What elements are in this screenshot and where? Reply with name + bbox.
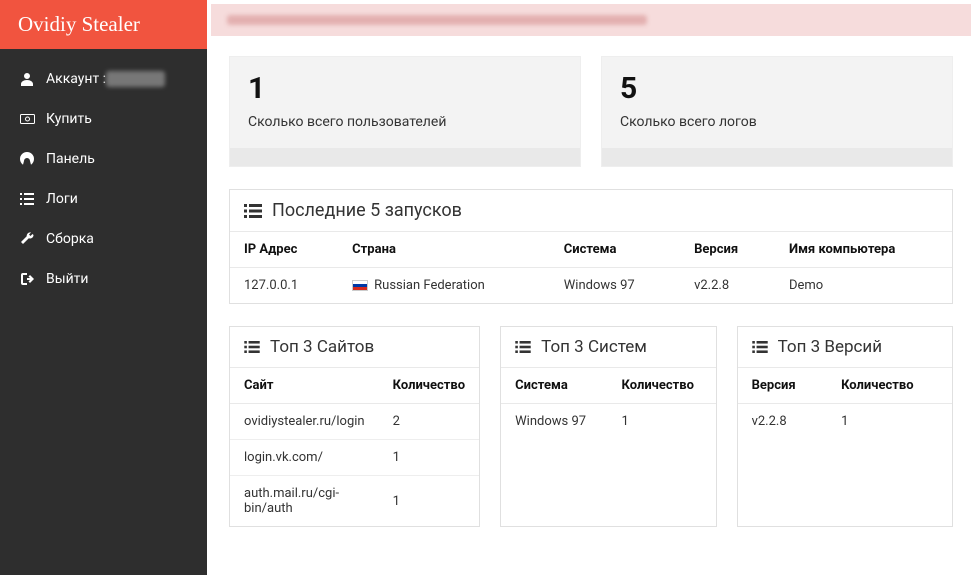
flag-ru-icon bbox=[352, 280, 368, 291]
signout-icon bbox=[18, 273, 36, 285]
th-system: Система bbox=[550, 232, 680, 268]
stat-users: 1 Сколько всего пользователей bbox=[229, 56, 581, 167]
sidebar: Ovidiy Stealer Аккаунт : xxxxx Купить Па… bbox=[0, 0, 207, 575]
sidebar-item-account[interactable]: Аккаунт : xxxxx bbox=[0, 59, 207, 99]
sidebar-item-label: Аккаунт : bbox=[46, 71, 106, 87]
stat-logs-label: Сколько всего логов bbox=[620, 114, 934, 130]
table-row: Windows 97 1 bbox=[501, 404, 715, 440]
cell-system: Windows 97 bbox=[501, 404, 607, 440]
sidebar-item-label: Панель bbox=[46, 151, 95, 167]
list-icon bbox=[244, 204, 262, 218]
sidebar-item-label: Выйти bbox=[46, 271, 89, 287]
sidebar-item-buy[interactable]: Купить bbox=[0, 99, 207, 139]
sidebar-item-label: Сборка bbox=[46, 231, 94, 247]
sidebar-item-build[interactable]: Сборка bbox=[0, 219, 207, 259]
top-panels-row: Топ 3 Сайтов Сайт Количество ovidiysteal… bbox=[229, 326, 953, 527]
list-icon bbox=[18, 193, 36, 205]
list-icon bbox=[515, 341, 531, 353]
wrench-icon bbox=[18, 232, 36, 246]
th-version: Версия bbox=[680, 232, 775, 268]
panel-title: Топ 3 Систем bbox=[541, 337, 647, 357]
top-systems-table: Система Количество Windows 97 1 bbox=[501, 368, 715, 439]
sidebar-item-label: Купить bbox=[46, 111, 92, 127]
cell-version: v2.2.8 bbox=[738, 404, 828, 440]
list-icon bbox=[752, 341, 768, 353]
table-row: v2.2.8 1 bbox=[738, 404, 952, 440]
top-versions-table: Версия Количество v2.2.8 1 bbox=[738, 368, 952, 439]
cell-system: Windows 97 bbox=[550, 268, 680, 304]
stat-users-value: 1 bbox=[248, 71, 562, 106]
stat-logs: 5 Сколько всего логов bbox=[601, 56, 953, 167]
top-sites-table: Сайт Количество ovidiystealer.ru/login 2… bbox=[230, 368, 479, 526]
table-row: 127.0.0.1 Russian Federation Windows 97 … bbox=[230, 268, 952, 304]
cell-count: 1 bbox=[379, 440, 480, 476]
panel-last-runs-header: Последние 5 запусков bbox=[230, 190, 952, 232]
panel-last-runs: Последние 5 запусков IP Адрес Страна Сис… bbox=[229, 189, 953, 304]
panel-title: Последние 5 запусков bbox=[272, 200, 462, 221]
sidebar-item-logs[interactable]: Логи bbox=[0, 179, 207, 219]
stat-logs-progress bbox=[602, 148, 952, 166]
th-computer: Имя компьютера bbox=[775, 232, 952, 268]
sidebar-nav: Аккаунт : xxxxx Купить Панель Логи bbox=[0, 49, 207, 299]
th-version: Версия bbox=[738, 368, 828, 404]
panel-top-sites: Топ 3 Сайтов Сайт Количество ovidiysteal… bbox=[229, 326, 480, 527]
cell-site: auth.mail.ru/cgi-bin/auth bbox=[230, 476, 379, 527]
sidebar-item-logout[interactable]: Выйти bbox=[0, 259, 207, 299]
cell-site: ovidiystealer.ru/login bbox=[230, 404, 379, 440]
panel-top-sites-header: Топ 3 Сайтов bbox=[230, 327, 479, 368]
account-name-redacted: xxxxx bbox=[106, 71, 165, 87]
main-content: 1 Сколько всего пользователей 5 Сколько … bbox=[207, 0, 975, 575]
last-runs-table: IP Адрес Страна Система Версия Имя компь… bbox=[230, 232, 952, 303]
sidebar-item-panel[interactable]: Панель bbox=[0, 139, 207, 179]
panel-title: Топ 3 Сайтов bbox=[270, 337, 374, 357]
th-system: Система bbox=[501, 368, 607, 404]
th-ip: IP Адрес bbox=[230, 232, 338, 268]
th-site: Сайт bbox=[230, 368, 379, 404]
alert-banner bbox=[211, 4, 971, 36]
panel-title: Топ 3 Версий bbox=[778, 337, 883, 357]
stats-row: 1 Сколько всего пользователей 5 Сколько … bbox=[229, 56, 953, 167]
th-count: Количество bbox=[379, 368, 480, 404]
sidebar-item-label: Логи bbox=[46, 191, 78, 207]
cell-count: 1 bbox=[827, 404, 952, 440]
user-icon bbox=[18, 72, 36, 86]
th-country: Страна bbox=[338, 232, 550, 268]
stat-users-progress bbox=[230, 148, 580, 166]
panel-top-versions-header: Топ 3 Версий bbox=[738, 327, 952, 368]
cell-ip: 127.0.0.1 bbox=[230, 268, 338, 304]
stat-logs-value: 5 bbox=[620, 71, 934, 106]
stat-users-label: Сколько всего пользователей bbox=[248, 114, 562, 130]
panel-top-versions: Топ 3 Версий Версия Количество v2.2.8 1 bbox=[737, 326, 953, 527]
cell-computer: Demo bbox=[775, 268, 952, 304]
panel-top-systems-header: Топ 3 Систем bbox=[501, 327, 715, 368]
cell-site: login.vk.com/ bbox=[230, 440, 379, 476]
list-icon bbox=[244, 341, 260, 353]
table-row: auth.mail.ru/cgi-bin/auth 1 bbox=[230, 476, 479, 527]
cell-count: 1 bbox=[379, 476, 480, 527]
cell-country: Russian Federation bbox=[338, 268, 550, 304]
th-count: Количество bbox=[607, 368, 715, 404]
cell-count: 2 bbox=[379, 404, 480, 440]
th-count: Количество bbox=[827, 368, 952, 404]
brand-title: Ovidiy Stealer bbox=[0, 0, 207, 49]
dashboard-icon bbox=[18, 152, 36, 166]
alert-banner-text-redacted bbox=[227, 15, 647, 25]
money-icon bbox=[18, 114, 36, 124]
cell-version: v2.2.8 bbox=[680, 268, 775, 304]
table-row: ovidiystealer.ru/login 2 bbox=[230, 404, 479, 440]
table-row: login.vk.com/ 1 bbox=[230, 440, 479, 476]
panel-top-systems: Топ 3 Систем Система Количество Windows … bbox=[500, 326, 716, 527]
cell-count: 1 bbox=[607, 404, 715, 440]
